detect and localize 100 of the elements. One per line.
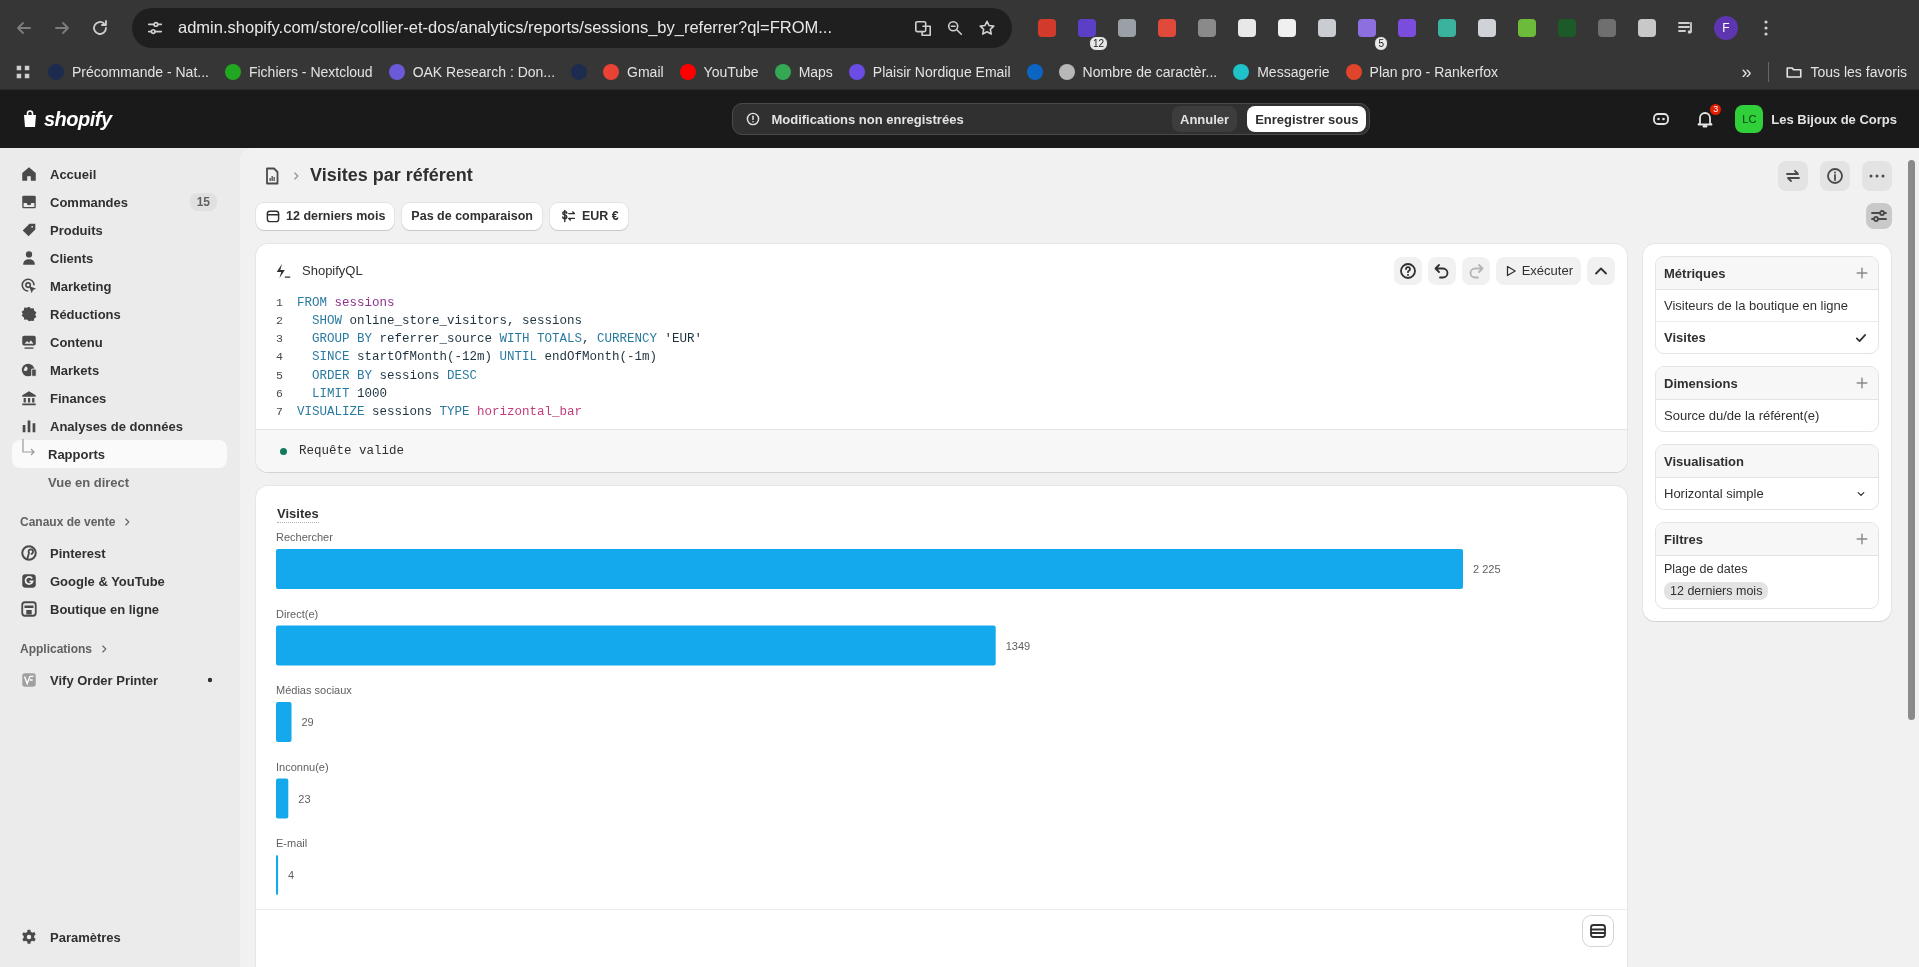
pinterest-icon [20,544,38,562]
section-title: Filtres [1664,531,1703,547]
profile-avatar[interactable]: F [1714,15,1738,40]
extension-icon[interactable] [1238,18,1256,37]
bookmark-link[interactable]: Messagerie [1233,64,1330,80]
line-number: 5 [276,367,284,384]
visualization-select[interactable]: Horizontal simple [1656,478,1878,509]
extension-icon[interactable] [1638,18,1656,37]
filter-label: Plage de dates [1664,562,1748,576]
nav-item[interactable]: Produits [12,216,227,244]
sliders-icon[interactable] [1866,203,1892,229]
nav-item[interactable]: Google & YouTube [12,567,227,595]
bookmarks-folder-link[interactable]: Tous les favoris [1784,63,1907,81]
nav-item[interactable]: Finances [12,384,227,412]
collapse-icon[interactable] [1587,256,1615,285]
nav-item[interactable]: Réductions [12,300,227,328]
nav-item[interactable]: Accueil [12,160,227,188]
section-title: Dimensions [1664,375,1738,391]
value-label: 29 [301,716,314,728]
shopify-logo[interactable]: shopify [20,107,112,131]
notice-text: Modifications non enregistrées [771,111,964,127]
extension-icon[interactable] [1438,18,1456,37]
reload-icon[interactable] [90,17,110,38]
option-item[interactable]: Visites [1656,321,1878,353]
undo-icon[interactable] [1427,256,1456,285]
option-item[interactable]: Visiteurs de la boutique en ligne [1656,290,1878,321]
extension-icon[interactable] [1118,18,1136,37]
category-label: Rechercher [276,531,333,543]
bookmark-link[interactable]: Gmail [603,64,664,80]
settings-link[interactable]: Paramètres [12,923,227,951]
chart-bar[interactable] [276,855,279,895]
bookmark-link[interactable]: YouTube [679,64,759,80]
extension-icon[interactable] [1318,18,1336,37]
nav-subitem[interactable]: Vue en direct [12,468,227,496]
alert-icon [745,111,762,127]
globe-icon [20,361,38,379]
nav-item[interactable]: Markets [12,356,227,384]
bookmark-link[interactable]: Précommande - Nat... [48,64,209,80]
nav-item[interactable]: Boutique en ligne [12,595,227,623]
nav-subitem[interactable]: Rapports [12,440,227,468]
section-title: Visualisation [1664,453,1744,469]
nav-item[interactable]: Contenu [12,328,227,356]
bookmark-link[interactable]: Plaisir Nordique Email [848,64,1011,80]
store-menu[interactable]: LC Les Bijoux de Corps [1735,105,1897,133]
table-icon[interactable] [1583,916,1613,946]
filter-chip[interactable]: 12 derniers mois [1664,582,1769,600]
nav-item[interactable]: Clients [12,244,227,272]
bookmark-link[interactable]: OAK Research : Don... [388,64,556,80]
comparison-button[interactable]: Pas de comparaison [402,202,542,230]
notification-badge: 3 [1710,104,1722,115]
code-line: LIMIT 1000 [311,385,388,403]
nav-item[interactable]: Pinterest [12,539,227,567]
bookmark-link[interactable]: Fichiers - Nextcloud [224,64,373,80]
sync-icon[interactable] [1778,160,1808,191]
section-title: Métriques [1664,265,1726,281]
code-line: SINCE startOfMonth(-12m) UNTIL endOfMonth(-1m) [311,349,658,367]
section-link[interactable]: Applications [20,637,110,661]
nav-item[interactable]: Commandes 15 [12,188,227,216]
category-label: Médias sociaux [276,684,352,696]
url-text: admin.shopify.com/store/collier-et-dos/analytics/reports/sessions_by_referrer?ql=FROM... [178,18,832,37]
extension-icon[interactable] [1518,18,1536,37]
cancel-button[interactable]: Annuler [1172,106,1238,132]
line-number: 3 [276,331,284,348]
translate-icon[interactable] [914,18,932,37]
run-button[interactable]: Exécuter [1495,256,1581,285]
scrollbar-thumb[interactable] [1908,160,1915,720]
category-label: Inconnu(e) [276,760,329,773]
help-icon[interactable] [1393,256,1422,285]
nav-item[interactable]: Analyses de données [12,412,227,440]
address-bar[interactable]: admin.shopify.com/store/collier-et-dos/analytics/reports/sessions_by_referrer?ql=FROM... [132,7,1012,48]
value-label: 2 225 [1473,563,1501,575]
zoom-icon[interactable] [946,18,964,37]
nav-item[interactable]: Marketing [12,272,227,300]
image-icon [20,333,38,351]
chart-title[interactable]: Visites [277,506,319,523]
category-label: Direct(e) [276,607,319,620]
bank-icon [20,389,38,407]
overflow-button[interactable]: » [1741,61,1752,83]
currency-button[interactable]: EUR € [549,202,628,230]
line-number: 6 [276,385,284,402]
section-link[interactable]: Canaux de vente [20,510,134,534]
apps-icon[interactable] [14,63,32,81]
store-icon [20,600,38,618]
extension-icon[interactable] [1478,18,1496,37]
save-as-button[interactable]: Enregistrer sous [1247,106,1367,132]
nav-item[interactable]: Vify Order Printer [12,666,227,694]
date-range-button[interactable]: 12 derniers mois [256,202,395,230]
category-label: E-mail [276,837,308,849]
discount-icon [20,305,38,323]
bookmark-link[interactable]: Plan pro - Rankerfox [1345,64,1498,80]
value-label: 4 [288,869,295,881]
bookmark-link[interactable]: Nombre de caractèr... [1058,64,1218,80]
info-icon[interactable] [1820,160,1850,191]
editor-title: ShopifyQL [302,263,363,279]
bookmark-link[interactable]: Maps [774,64,833,80]
option-item[interactable]: Source du/de la référent(e) [1656,400,1878,431]
code-line: SHOW online_store_visitors, sessions [311,313,583,331]
extension-icon[interactable] [1278,18,1296,37]
star-icon[interactable] [978,18,996,37]
app-icon [20,671,38,689]
